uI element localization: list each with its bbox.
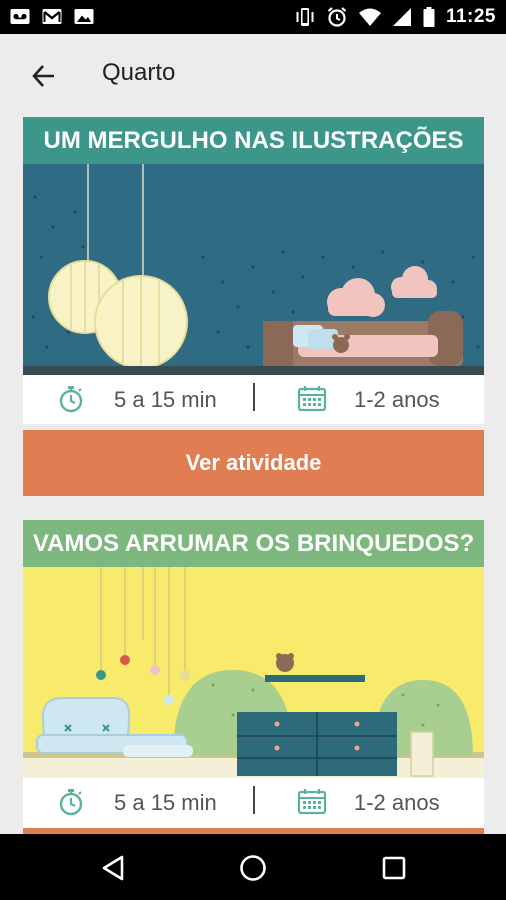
status-bar: 11:25 — [0, 0, 506, 34]
activity-card[interactable]: VAMOS ARRUMAR OS BRINQUEDOS? 5 a 15 min … — [23, 520, 484, 828]
vibrate-icon — [296, 8, 314, 26]
card-info-row: 5 a 15 min 1-2 anos — [23, 375, 484, 423]
back-triangle-icon — [102, 855, 124, 881]
gmail-icon — [42, 9, 62, 24]
back-button[interactable] — [24, 56, 64, 96]
status-time: 11:25 — [445, 6, 496, 27]
home-circle-icon — [240, 855, 266, 881]
calendar-icon — [297, 386, 327, 412]
activity-age: 1-2 anos — [354, 790, 440, 815]
calendar-icon — [297, 789, 327, 815]
status-left-icons — [10, 8, 94, 25]
alarm-icon — [327, 7, 347, 27]
card-info-row: 5 a 15 min 1-2 anos — [23, 778, 484, 826]
wifi-icon — [358, 8, 381, 26]
stopwatch-icon — [59, 789, 83, 816]
recents-square-icon — [382, 856, 406, 880]
nav-home-button[interactable] — [233, 848, 273, 888]
activity-card[interactable]: UM MERGULHO NAS ILUSTRAÇÕES 5 a 15 min 1… — [23, 117, 484, 424]
activity-age: 1-2 anos — [354, 387, 440, 412]
card-title: UM MERGULHO NAS ILUSTRAÇÕES — [23, 117, 484, 164]
stopwatch-icon — [59, 386, 83, 413]
nav-back-button[interactable] — [94, 848, 134, 888]
info-divider — [253, 383, 255, 411]
battery-icon — [423, 7, 435, 27]
app-bar: Quarto — [0, 34, 506, 114]
status-right-icons: 11:25 — [294, 6, 496, 28]
signal-icon — [392, 8, 411, 26]
view-activity-button[interactable]: Ver atividade — [23, 430, 484, 496]
activity-duration: 5 a 15 min — [114, 387, 217, 412]
activity-duration: 5 a 15 min — [114, 790, 217, 815]
system-nav-bar — [0, 834, 506, 900]
info-divider — [253, 786, 255, 814]
card-title: VAMOS ARRUMAR OS BRINQUEDOS? — [23, 520, 484, 567]
arrow-back-icon — [32, 65, 54, 87]
voicemail-icon — [10, 9, 30, 24]
nav-recents-button[interactable] — [374, 848, 414, 888]
page-title: Quarto — [102, 59, 176, 86]
image-icon — [74, 9, 94, 24]
